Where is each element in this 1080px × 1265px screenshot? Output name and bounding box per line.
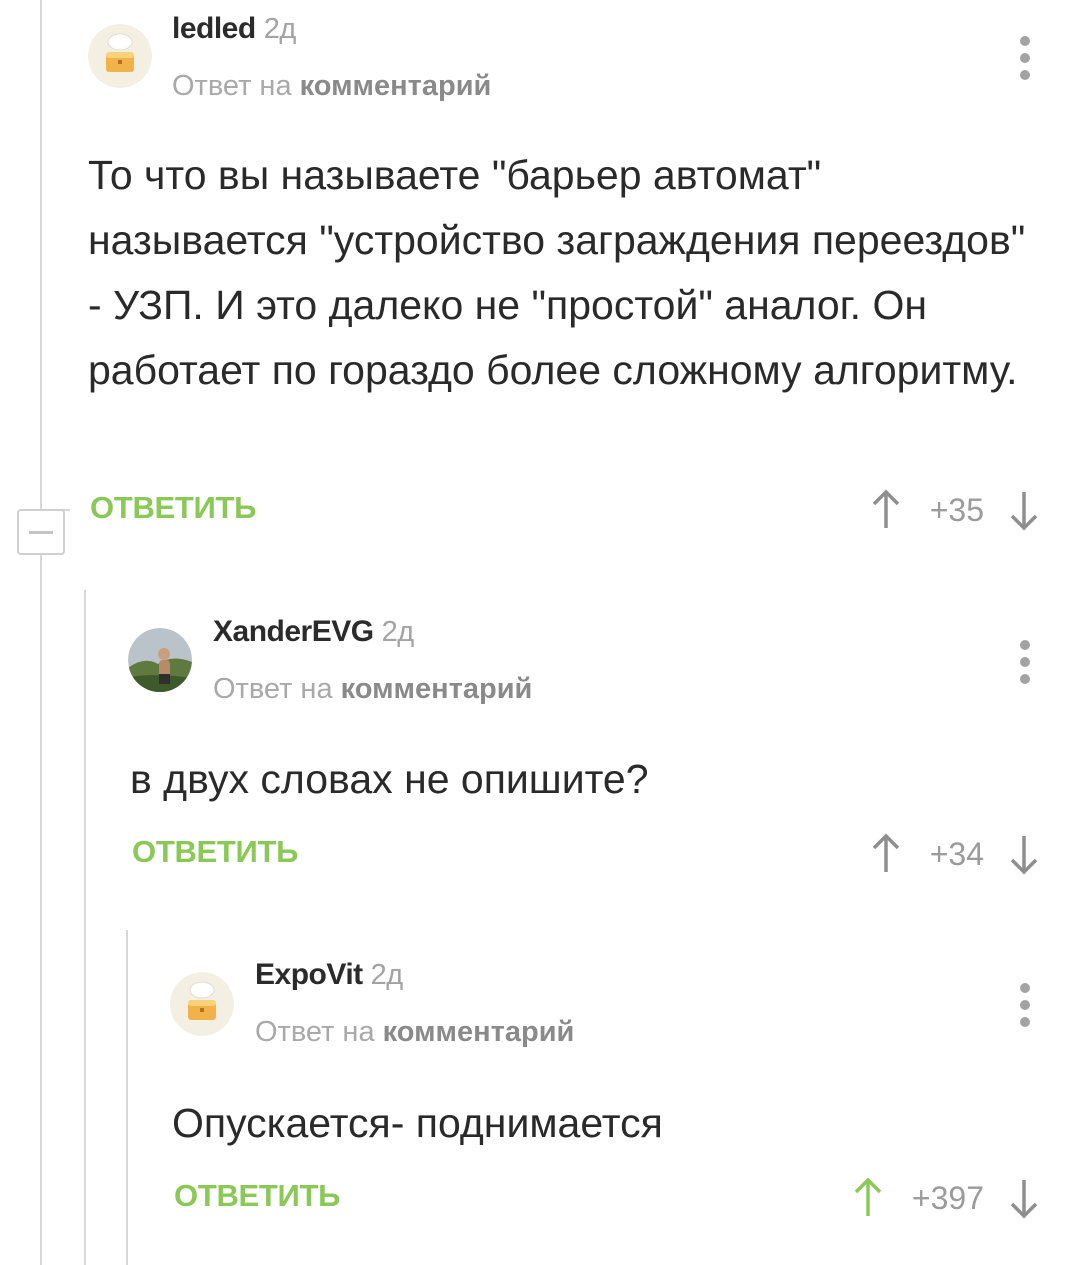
comment-text: Опускается- поднимается: [172, 1100, 663, 1146]
more-vertical-icon[interactable]: [1015, 983, 1035, 1033]
vote-controls: +34: [868, 832, 1042, 876]
comment-time: 2д: [370, 959, 404, 991]
thread-line-level-2: [126, 930, 128, 1265]
comment-time: 2д: [381, 616, 415, 648]
reply-to-link[interactable]: комментарий: [383, 1016, 575, 1048]
more-vertical-icon[interactable]: [1015, 640, 1035, 690]
reply-button[interactable]: ОТВЕТИТЬ: [90, 490, 256, 526]
reply-to-link[interactable]: комментарий: [300, 70, 492, 102]
arrow-down-icon[interactable]: [1006, 1176, 1042, 1220]
thread-line-level-0: [40, 0, 42, 509]
vote-controls: +35: [868, 488, 1042, 532]
comment-text: То что вы называете "барьер автомат" наз…: [88, 152, 1026, 393]
arrow-up-icon[interactable]: [868, 488, 904, 532]
thread-line-level-1: [84, 590, 86, 1265]
reply-to-line: Ответ на комментарий: [255, 1016, 575, 1048]
reply-to-link[interactable]: комментарий: [341, 673, 533, 705]
comment-score: +35: [929, 491, 984, 528]
comment-author[interactable]: ledled 2д: [172, 12, 296, 46]
comment-author[interactable]: XanderEVG 2д: [213, 615, 414, 649]
vote-controls: +397: [850, 1176, 1042, 1220]
reply-to-line: Ответ на комментарий: [213, 673, 533, 705]
comment-score: +397: [911, 1179, 984, 1216]
arrow-down-icon[interactable]: [1006, 488, 1042, 532]
arrow-up-icon[interactable]: [850, 1176, 886, 1220]
thread-line-level-0-lower: [40, 555, 42, 1265]
reply-to-line: Ответ на комментарий: [172, 70, 492, 102]
comment-author[interactable]: ExpoVit 2д: [255, 958, 403, 992]
comment-text: в двух словах не опишите?: [130, 756, 649, 802]
collapse-thread-button[interactable]: [17, 509, 65, 555]
reply-button[interactable]: ОТВЕТИТЬ: [132, 834, 298, 870]
cake-avatar-icon[interactable]: [170, 972, 234, 1036]
arrow-down-icon[interactable]: [1006, 832, 1042, 876]
comment-score: +34: [929, 835, 984, 872]
reply-button[interactable]: ОТВЕТИТЬ: [174, 1178, 340, 1214]
arrow-up-icon[interactable]: [868, 832, 904, 876]
photo-avatar[interactable]: [128, 628, 192, 692]
cake-avatar-icon[interactable]: [88, 24, 152, 88]
more-vertical-icon[interactable]: [1015, 36, 1035, 86]
comment-time: 2д: [263, 13, 297, 45]
